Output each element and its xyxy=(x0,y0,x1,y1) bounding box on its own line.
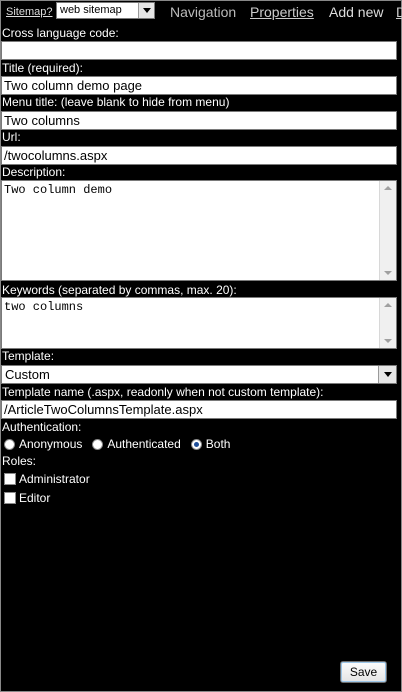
template-select[interactable]: Custom xyxy=(1,365,397,384)
radio-authenticated[interactable] xyxy=(92,438,104,450)
authentication-label: Authentication: xyxy=(2,420,82,434)
template-name-input[interactable]: /ArticleTwoColumnsTemplate.aspx xyxy=(1,400,397,419)
description-textarea[interactable]: Two column demo xyxy=(1,180,397,281)
sitemap-help-link[interactable]: Sitemap? xyxy=(6,6,52,18)
top-bar: Sitemap? web sitemap Navigation Properti… xyxy=(0,0,402,24)
tab-properties[interactable]: Properties xyxy=(250,4,314,20)
keywords-textarea[interactable]: two columns xyxy=(1,297,397,349)
scroll-down-icon[interactable] xyxy=(384,339,392,343)
checkbox-editor[interactable] xyxy=(4,492,16,504)
menu-title-input[interactable]: Two columns xyxy=(1,111,397,130)
auth-option-authenticated[interactable]: Authenticated xyxy=(92,437,181,451)
description-text: Two column demo xyxy=(4,183,113,197)
scroll-down-icon[interactable] xyxy=(384,271,392,275)
title-input[interactable]: Two column demo page xyxy=(1,76,397,95)
role-administrator[interactable]: Administrator xyxy=(4,472,90,486)
role-label: Administrator xyxy=(19,472,90,486)
menu-title-label: Menu title: (leave blank to hide from me… xyxy=(2,95,230,109)
template-label: Template: xyxy=(2,349,55,363)
save-button[interactable]: Save xyxy=(340,661,387,683)
chevron-down-icon[interactable] xyxy=(138,3,154,18)
role-editor[interactable]: Editor xyxy=(4,491,50,505)
chevron-down-icon[interactable] xyxy=(378,366,396,383)
auth-option-label: Both xyxy=(205,437,231,451)
sitemap-select[interactable]: web sitemap xyxy=(56,2,155,19)
tab-more-truncated[interactable]: D xyxy=(396,4,402,20)
auth-option-both[interactable]: Both xyxy=(190,437,231,451)
keywords-text: two columns xyxy=(4,300,84,314)
tab-add-new[interactable]: Add new xyxy=(329,4,383,20)
scroll-up-icon[interactable] xyxy=(384,303,392,307)
keywords-label: Keywords (separated by commas, max. 20): xyxy=(2,283,237,297)
auth-option-anonymous[interactable]: Anonymous xyxy=(4,437,82,451)
url-label: Url: xyxy=(2,130,21,144)
sitemap-select-value: web sitemap xyxy=(60,4,122,16)
template-select-value: Custom xyxy=(5,367,50,382)
tab-navigation[interactable]: Navigation xyxy=(170,4,236,20)
title-label: Title (required): xyxy=(2,61,83,75)
template-name-label: Template name (.aspx, readonly when not … xyxy=(2,385,324,399)
cross-language-label: Cross language code: xyxy=(2,26,119,40)
roles-label: Roles: xyxy=(2,454,37,468)
url-input[interactable]: /twocolumns.aspx xyxy=(1,146,397,165)
role-label: Editor xyxy=(19,491,51,505)
scroll-up-icon[interactable] xyxy=(384,186,392,190)
auth-option-label: Authenticated xyxy=(107,437,181,451)
cross-language-input[interactable] xyxy=(1,41,397,60)
auth-option-label: Anonymous xyxy=(19,437,83,451)
radio-both[interactable] xyxy=(190,438,202,450)
radio-anonymous[interactable] xyxy=(4,438,15,450)
keywords-scrollbar[interactable] xyxy=(379,298,396,348)
description-scrollbar[interactable] xyxy=(379,181,396,280)
checkbox-administrator[interactable] xyxy=(4,473,16,485)
description-label: Description: xyxy=(2,165,66,179)
authentication-radio-group: Anonymous Authenticated Both xyxy=(4,437,240,451)
